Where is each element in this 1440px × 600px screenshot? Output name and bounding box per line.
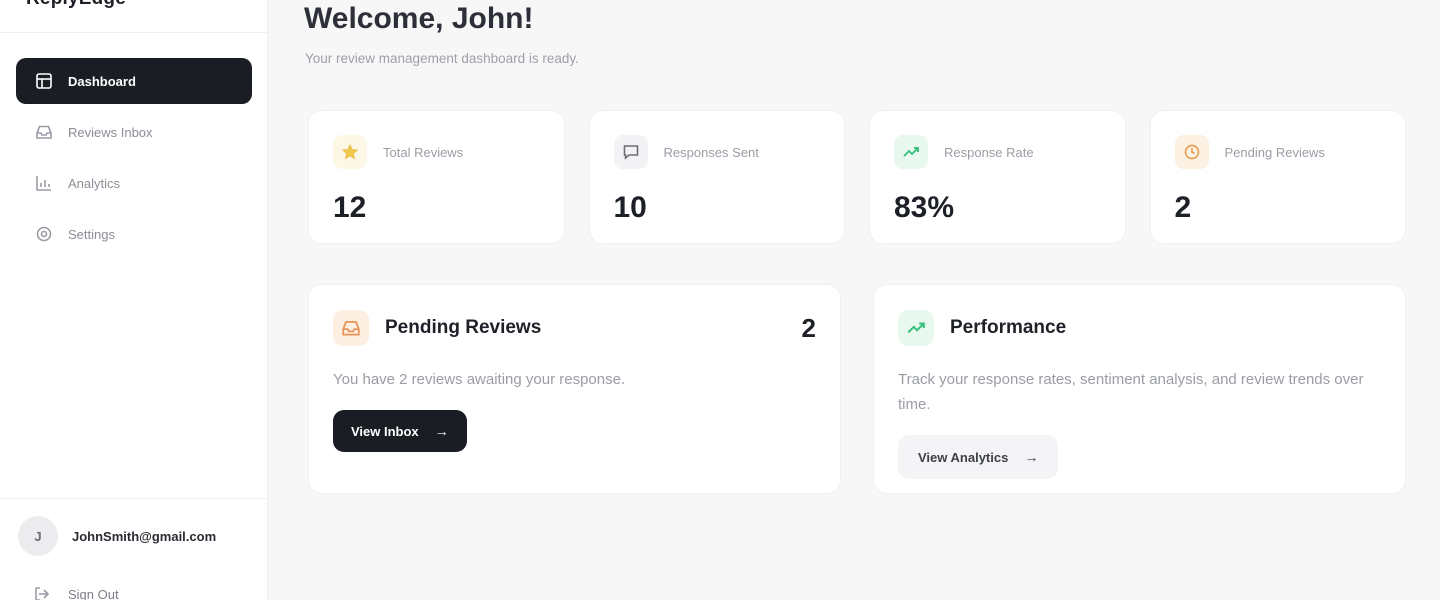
sidebar-item-analytics[interactable]: Analytics: [16, 160, 252, 206]
trend-up-icon: [894, 135, 928, 169]
pending-count-badge: 2: [801, 313, 816, 343]
stats-row: Total Reviews 12 Responses Sent 10 Respo…: [308, 110, 1406, 244]
sidebar-item-label: Reviews Inbox: [68, 124, 153, 140]
stat-card-total-reviews: Total Reviews 12: [308, 110, 565, 244]
panels-row: Pending Reviews 2 You have 2 reviews awa…: [308, 284, 1406, 494]
inbox-icon: [333, 310, 369, 346]
page-title: Welcome, John!: [304, 2, 534, 35]
sidebar-item-label: Analytics: [68, 175, 121, 191]
brand-logo[interactable]: ReplyEdge: [26, 0, 126, 10]
stat-value: 10: [613, 191, 647, 224]
panel-description: Track your response rates, sentiment ana…: [898, 371, 1364, 413]
panel-description: You have 2 reviews awaiting your respons…: [333, 371, 626, 388]
sidebar-item-settings[interactable]: Settings: [16, 211, 252, 257]
stat-label: Total Reviews: [383, 144, 464, 160]
grid-icon: [34, 71, 54, 91]
stat-label: Response Rate: [944, 144, 1034, 160]
button-label: View Analytics: [918, 449, 1009, 465]
bar-chart-icon: [34, 173, 54, 193]
button-label: View Inbox: [351, 423, 419, 439]
logout-icon: [32, 584, 52, 600]
clock-icon: [1174, 135, 1209, 169]
stat-label: Pending Reviews: [1224, 144, 1325, 160]
sidebar-item-label: Settings: [68, 226, 115, 242]
sidebar-nav: Dashboard Reviews Inbox Analytics Settin…: [16, 58, 252, 262]
user-profile[interactable]: J JohnSmith@gmail.com: [18, 516, 216, 556]
pending-reviews-panel: Pending Reviews 2 You have 2 reviews awa…: [308, 284, 841, 494]
page-subtitle: Your review management dashboard is read…: [305, 51, 579, 66]
stat-value: 12: [333, 191, 367, 224]
arrow-right-icon: →: [434, 423, 449, 439]
view-analytics-button[interactable]: View Analytics →: [898, 435, 1059, 479]
sidebar: ReplyEdge Dashboard Reviews Inbox Analyt…: [0, 0, 268, 600]
avatar: J: [18, 516, 58, 556]
message-icon: [613, 135, 648, 169]
inbox-icon: [34, 122, 54, 142]
divider: [0, 32, 268, 33]
panel-title: Pending Reviews: [385, 317, 542, 338]
gear-icon: [34, 224, 54, 244]
trend-up-icon: [898, 310, 934, 346]
sign-out-label: Sign Out: [68, 586, 119, 600]
stat-value: 83%: [894, 191, 955, 224]
arrow-right-icon: →: [1024, 449, 1039, 465]
star-icon: [333, 135, 367, 169]
view-inbox-button[interactable]: View Inbox →: [333, 410, 467, 452]
performance-panel: Performance Track your response rates, s…: [873, 284, 1406, 494]
divider: [0, 498, 268, 499]
main-content: Welcome, John! Your review management da…: [268, 0, 1440, 600]
stat-card-responses-sent: Responses Sent 10: [588, 110, 845, 244]
sign-out-button[interactable]: Sign Out: [32, 584, 119, 600]
stat-value: 2: [1174, 191, 1192, 224]
stat-label: Responses Sent: [663, 144, 759, 160]
stat-card-pending-reviews: Pending Reviews 2: [1149, 110, 1406, 244]
stat-card-response-rate: Response Rate 83%: [869, 110, 1126, 244]
sidebar-item-label: Dashboard: [68, 73, 136, 89]
panel-title: Performance: [950, 317, 1067, 338]
sidebar-item-reviews-inbox[interactable]: Reviews Inbox: [16, 109, 252, 155]
sidebar-item-dashboard[interactable]: Dashboard: [16, 58, 252, 104]
user-email: JohnSmith@gmail.com: [72, 528, 217, 544]
